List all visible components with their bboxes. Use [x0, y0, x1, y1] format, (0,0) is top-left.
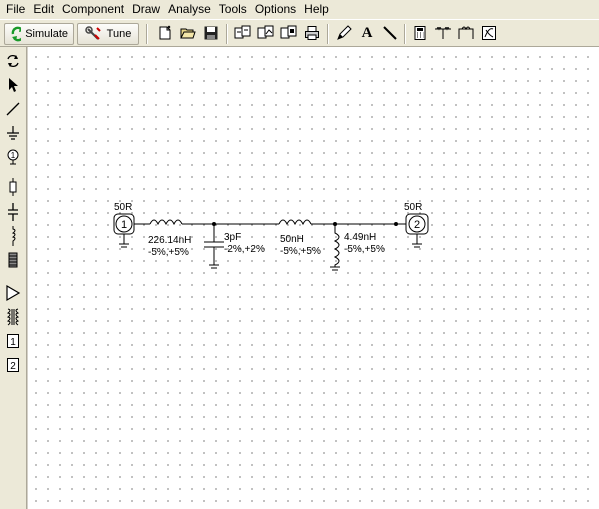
schematic-canvas[interactable]: 50R 1 226.14nH -5%,+5% 3pF -2%,+2% 50nH …	[28, 47, 599, 509]
simulate-label: Simulate	[25, 28, 68, 40]
port-2-number: 2	[414, 219, 420, 231]
l2-value: 50nH	[280, 234, 304, 245]
rotate-icon[interactable]	[3, 51, 23, 71]
toolbar-separator	[404, 24, 406, 44]
c1-value: 3pF	[224, 232, 241, 243]
menu-file[interactable]: File	[2, 1, 29, 18]
toolbar-separator	[226, 24, 228, 44]
menu-tools[interactable]: Tools	[215, 1, 251, 18]
svg-text:2: 2	[10, 361, 16, 372]
tune-icon	[84, 26, 101, 40]
c1-tolerance: -2%,+2%	[224, 244, 265, 255]
resistor-icon[interactable]	[3, 177, 23, 197]
line-icon[interactable]	[380, 23, 400, 43]
inductor-l2[interactable]: 50nH -5%,+5%	[278, 219, 321, 257]
wire-icon[interactable]	[3, 99, 23, 119]
smith-icon[interactable]	[479, 23, 499, 43]
port-2-impedance: 50R	[404, 202, 422, 213]
menu-edit[interactable]: Edit	[29, 1, 58, 18]
menu-draw[interactable]: Draw	[128, 1, 164, 18]
port-2-icon[interactable]: 2	[3, 355, 23, 375]
open-icon[interactable]	[178, 23, 198, 43]
inductor-l3[interactable]: 4.49nH -5%,+5%	[330, 224, 385, 271]
inductor-l1[interactable]: 226.14nH -5%,+5%	[148, 219, 191, 258]
toolbar: Simulate Tune A	[0, 19, 599, 47]
amplifier-icon[interactable]	[3, 283, 23, 303]
ground-icon[interactable]	[3, 123, 23, 143]
port-1-impedance: 50R	[114, 202, 132, 213]
l1-value: 226.14nH	[148, 235, 191, 246]
l3-value: 4.49nH	[344, 232, 376, 243]
print-icon[interactable]	[302, 23, 322, 43]
l3-tolerance: -5%,+5%	[344, 244, 385, 255]
menu-options[interactable]: Options	[251, 1, 300, 18]
calculator-icon[interactable]	[410, 23, 430, 43]
svg-text:1: 1	[11, 151, 16, 160]
schematic-drawing: 50R 1 226.14nH -5%,+5% 3pF -2%,+2% 50nH …	[113, 202, 429, 271]
inductor-icon[interactable]	[3, 226, 23, 246]
menu-component[interactable]: Component	[58, 1, 128, 18]
menu-bar: File Edit Component Draw Analyse Tools O…	[0, 0, 599, 19]
save-icon[interactable]	[201, 23, 221, 43]
text-icon[interactable]: A	[357, 23, 377, 43]
tune-button[interactable]: Tune	[77, 23, 139, 45]
component-palette: 1 1 2	[0, 47, 27, 509]
capacitor-c1[interactable]: 3pF -2%,+2%	[204, 224, 265, 269]
copy-graph-icon[interactable]	[256, 23, 276, 43]
refresh-icon	[11, 26, 22, 42]
simulate-button[interactable]: Simulate	[4, 23, 74, 45]
new-icon[interactable]	[155, 23, 175, 43]
port-1[interactable]: 50R 1	[113, 202, 135, 248]
port-1-number: 1	[121, 219, 127, 231]
svg-text:1: 1	[10, 337, 16, 348]
pointer-icon[interactable]	[3, 75, 23, 95]
l2-tolerance: -5%,+5%	[280, 246, 321, 257]
menu-help[interactable]: Help	[300, 1, 333, 18]
port-1-icon[interactable]: 1	[3, 331, 23, 351]
tune-label: Tune	[106, 28, 132, 40]
junction-dot	[394, 222, 398, 226]
toolbar-separator	[146, 24, 148, 44]
port-icon[interactable]: 1	[3, 147, 23, 167]
copy-schematic-icon[interactable]	[233, 23, 253, 43]
toolbar-separator	[327, 24, 329, 44]
menu-analyse[interactable]: Analyse	[164, 1, 215, 18]
pi-network-icon[interactable]	[456, 23, 476, 43]
capacitor-icon[interactable]	[3, 202, 23, 222]
pencil-icon[interactable]	[334, 23, 354, 43]
port-2[interactable]: 50R 2	[404, 202, 429, 248]
t-network-icon[interactable]	[433, 23, 453, 43]
transformer-icon[interactable]	[3, 307, 23, 327]
tline-icon[interactable]	[3, 250, 23, 270]
l1-tolerance: -5%,+5%	[148, 247, 189, 258]
copy-both-icon[interactable]	[279, 23, 299, 43]
